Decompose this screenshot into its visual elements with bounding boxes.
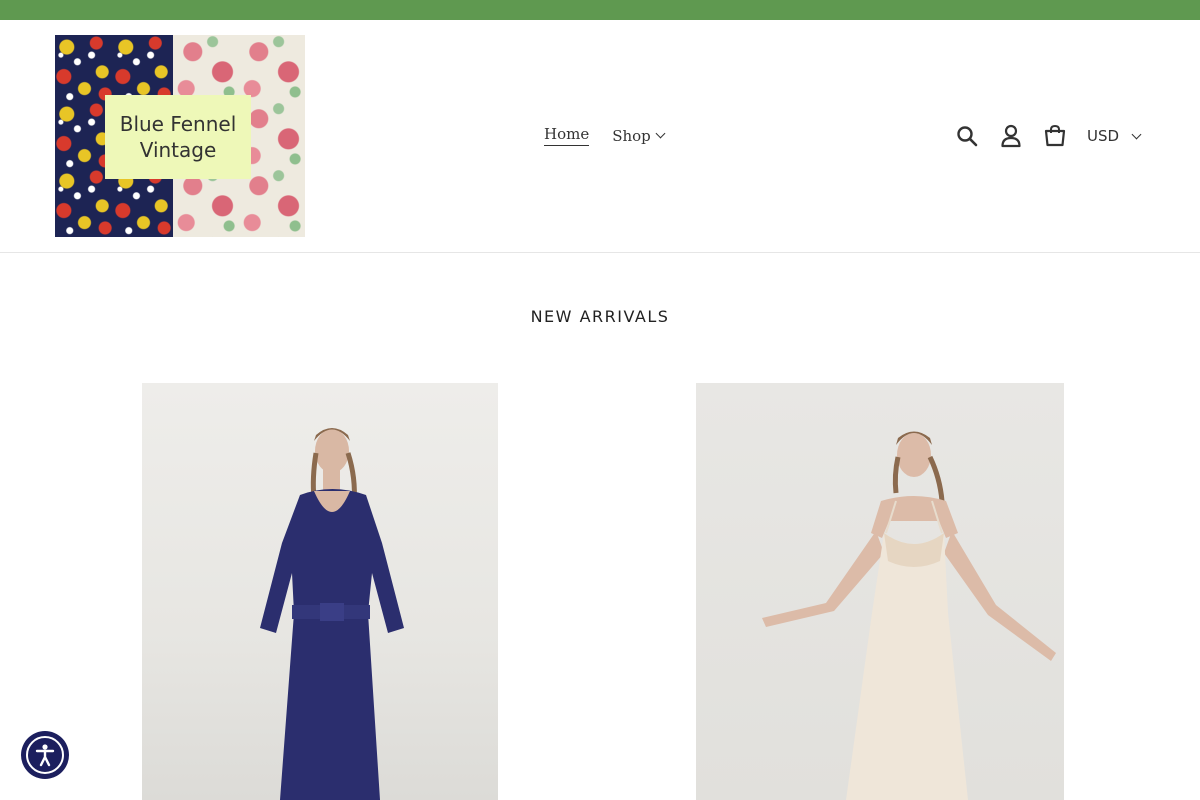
nav-shop-label: Shop [612, 126, 651, 145]
currency-selector[interactable]: USD [1087, 127, 1142, 145]
logo-label: Blue Fennel Vintage [105, 95, 251, 179]
product-card-2[interactable] [696, 383, 1064, 800]
currency-value: USD [1087, 127, 1120, 145]
main-nav: Home Shop [544, 125, 666, 146]
product-photo-icon [762, 431, 1056, 800]
chevron-down-icon [655, 128, 666, 139]
store-logo[interactable]: Blue Fennel Vintage [55, 35, 305, 237]
section-title: NEW ARRIVALS [530, 307, 670, 326]
product-photo-icon [260, 428, 404, 800]
accessibility-button[interactable] [21, 731, 69, 779]
search-icon [957, 126, 978, 147]
account-button[interactable] [999, 122, 1023, 150]
search-button[interactable] [955, 122, 979, 150]
announcement-bar [0, 0, 1200, 20]
site-header: Blue Fennel Vintage Home Shop USD [0, 20, 1200, 253]
logo-text-line2: Vintage [139, 138, 217, 162]
accessibility-icon [26, 736, 64, 774]
cart-icon [1044, 124, 1066, 147]
nav-home-link[interactable]: Home [544, 125, 590, 146]
chevron-down-icon [1131, 129, 1142, 139]
product-card-1[interactable] [142, 383, 498, 800]
nav-shop-dropdown[interactable]: Shop [612, 126, 666, 145]
logo-text-line1: Blue Fennel [119, 112, 237, 136]
cart-button[interactable] [1043, 122, 1067, 150]
user-icon [1001, 124, 1021, 148]
header-actions: USD [955, 122, 1142, 150]
